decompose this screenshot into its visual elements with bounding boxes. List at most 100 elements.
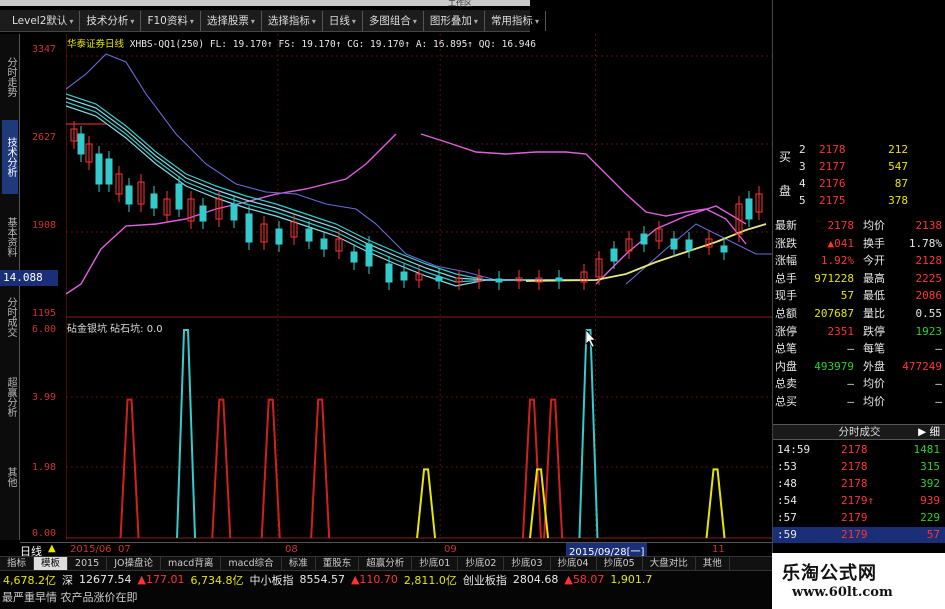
- toolbar-item[interactable]: 选择指标 ▾: [262, 10, 323, 31]
- ticks-panel-title[interactable]: 分时成交 ▶ 细: [773, 424, 945, 440]
- candle-body: [435, 276, 443, 282]
- dropdown-arrow-icon: ▾: [351, 16, 356, 26]
- toolbar-item[interactable]: 选择股票 ▾: [201, 10, 262, 31]
- indicator-tab[interactable]: macd综合: [221, 556, 282, 571]
- time-label: 07: [118, 544, 131, 555]
- ticks-title-text: 分时成交: [838, 426, 881, 438]
- toolbar-item-label: 选择指标: [267, 14, 310, 27]
- toolbar-item-label: 多图组合: [368, 14, 411, 27]
- kline-chart[interactable]: [66, 34, 772, 542]
- quote-value: 2225: [915, 271, 943, 285]
- tick-row[interactable]: :57 2179 229: [773, 510, 945, 526]
- left-nav-item[interactable]: 技术分析: [2, 120, 18, 194]
- indicator-tick: 3.99: [32, 392, 57, 403]
- indicator-tab[interactable]: 其他: [696, 556, 730, 571]
- candle-body: [610, 248, 618, 262]
- dropdown-arrow-icon: ▾: [69, 16, 74, 26]
- axis-triangle-icon: ▲: [48, 543, 56, 554]
- toolbar-item-label: Level2默认: [12, 14, 68, 27]
- toolbar-item-label: 常用指标: [490, 14, 533, 27]
- toolbar-item-label: 选择股票: [206, 14, 249, 27]
- indicator-tab[interactable]: 抄底03: [504, 556, 551, 571]
- book-level: 4: [799, 177, 806, 190]
- candle-body: [150, 193, 158, 209]
- quote-value: 2138: [915, 219, 943, 232]
- quote-row: 总手 971228 最高 2225: [773, 271, 945, 287]
- price-axis: 3347 2627 1908 1195 14.088 6.00 3.99 1.9…: [0, 34, 66, 540]
- toolbar-item[interactable]: Level2默认 ▾: [6, 10, 81, 31]
- quote-value: —: [847, 342, 854, 356]
- moving-average-line: [525, 223, 767, 282]
- indicator-tab[interactable]: 模板: [34, 556, 69, 571]
- quote-value: 2351: [827, 324, 855, 338]
- book-level: 5: [799, 194, 806, 207]
- status-value: 创业板指: [462, 573, 507, 587]
- quote-label: 每笔: [863, 342, 885, 356]
- tick-row[interactable]: :54 2179↑ 939: [773, 493, 945, 509]
- quote-label: 总卖: [775, 377, 797, 391]
- toolbar-item[interactable]: 日线 ▾: [323, 10, 363, 31]
- indicator-tab[interactable]: 大盘对比: [643, 556, 696, 571]
- detail-button[interactable]: ▶ 细: [918, 425, 940, 439]
- indicator-spike: [119, 398, 140, 539]
- candle-body: [105, 158, 113, 185]
- quote-label: 跌停: [863, 324, 885, 338]
- indicator-spike: [260, 398, 281, 539]
- dropdown-arrow-icon: ▾: [473, 16, 478, 26]
- quote-value: —: [847, 395, 854, 408]
- tick-row[interactable]: :59 2179 57: [773, 527, 945, 543]
- order-book-row: 5 2175 378: [773, 193, 945, 209]
- toolbar-item[interactable]: 多图组合 ▾: [363, 10, 424, 31]
- toolbar-item[interactable]: 图形叠加 ▾: [424, 10, 485, 31]
- toolbar-item[interactable]: F10资料 ▾: [141, 10, 201, 31]
- candle-body: [670, 238, 678, 250]
- book-level: 3: [799, 160, 806, 173]
- watermark-url: www.60lt.com: [792, 585, 893, 600]
- indicator-tab[interactable]: 董股东: [316, 556, 360, 571]
- left-nav-item[interactable]: 分时成交: [2, 280, 18, 354]
- tick-price: 2179: [841, 528, 868, 541]
- news-ticker[interactable]: 最严重早情 农产品涨价在即: [0, 588, 772, 609]
- left-nav-item[interactable]: 基本资料: [2, 200, 18, 274]
- indicator-tab[interactable]: macd背离: [161, 556, 222, 571]
- candle-body: [275, 228, 283, 245]
- candle-body: [720, 245, 728, 253]
- quote-label: 外盘: [863, 359, 885, 373]
- quote-value: 57: [840, 289, 854, 303]
- indicator-tab[interactable]: 抄底02: [458, 556, 505, 571]
- quote-row: 总笔 — 每笔 —: [773, 341, 945, 357]
- tick-volume: 939: [920, 494, 940, 507]
- quote-label: 量比: [863, 307, 885, 320]
- market-statusbar: 4,678.2亿深 12677.54 ▲177.01 6,734.8亿 中小板指 8554…: [0, 570, 772, 588]
- left-nav-item[interactable]: 分时走势: [2, 40, 18, 114]
- workspace-tab[interactable]: 工作区: [448, 0, 488, 8]
- status-value: ▲58.07: [564, 573, 605, 586]
- tick-time: :57: [777, 511, 797, 524]
- indicator-tab[interactable]: 超赢分析: [359, 556, 413, 571]
- indicator-tab[interactable]: 抄底04: [551, 556, 597, 571]
- candle-body: [385, 263, 393, 283]
- tick-row[interactable]: :53 2178 315: [773, 459, 945, 475]
- time-axis: 日线 ▲ 2015/06 07 08 09 2015/09/28[一] 11: [20, 542, 772, 558]
- indicator-tab[interactable]: 抄底01: [412, 556, 459, 571]
- quote-label: 内盘: [775, 359, 797, 373]
- indicator-tab[interactable]: 标准: [282, 556, 316, 571]
- indicator-tab[interactable]: JO操盘论: [107, 556, 161, 571]
- indicator-tab[interactable]: 抄底05: [597, 556, 643, 571]
- toolbar-item[interactable]: 常用指标 ▾: [485, 10, 546, 31]
- indicator-tick: 6.00: [32, 324, 57, 335]
- candle-body: [400, 271, 408, 281]
- tick-volume: 315: [920, 460, 940, 473]
- indicator-tab[interactable]: 2015: [68, 556, 108, 571]
- tick-row[interactable]: :48 2178 392: [773, 476, 945, 492]
- left-nav-item[interactable]: 其他: [2, 440, 18, 514]
- tick-row[interactable]: 14:59 2178 1481: [773, 442, 945, 458]
- toolbar-item[interactable]: 技术分析 ▾: [80, 10, 142, 31]
- indicator-tab[interactable]: 指标: [0, 556, 35, 571]
- book-volume: 212: [888, 143, 908, 156]
- quote-value: 2178: [827, 219, 855, 232]
- toolbar-item-label: 图形叠加: [429, 14, 472, 27]
- status-value: 深: [62, 573, 73, 587]
- candle-body: [95, 153, 103, 185]
- left-nav-item[interactable]: 超赢分析: [2, 360, 18, 434]
